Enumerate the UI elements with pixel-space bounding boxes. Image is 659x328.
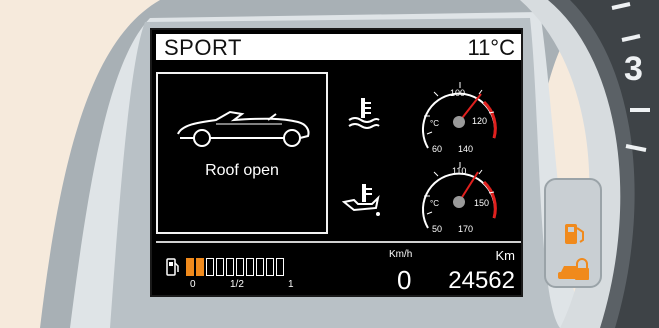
status-panel: Roof open <box>156 72 328 234</box>
coolant-tick-60: 60 <box>432 144 442 154</box>
odometer-value: 24562 <box>448 267 515 294</box>
fuel-segment <box>186 258 194 276</box>
divider <box>156 241 521 243</box>
warning-lights-panel <box>544 178 602 288</box>
oil-tick-150: 150 <box>474 198 489 208</box>
lock-warning-icon <box>558 258 589 280</box>
oil-tick-110: 110 <box>452 166 466 176</box>
speed-unit: Km/h <box>389 249 413 260</box>
fuel-segment <box>276 258 284 276</box>
coolant-temperature-icon <box>348 98 380 129</box>
fuel-segment <box>236 258 244 276</box>
fuel-label-full: 1 <box>288 279 294 290</box>
fuel-pump-icon <box>166 258 179 276</box>
fuel-segment <box>206 258 214 276</box>
coolant-tick-140: 140 <box>458 144 473 154</box>
fuel-segment <box>196 258 204 276</box>
oil-tick-170: 170 <box>458 224 473 234</box>
oil-unit: °C <box>430 199 439 208</box>
fuel-label-half: 1/2 <box>230 279 244 290</box>
fuel-segment <box>226 258 234 276</box>
oil-temperature-icon <box>342 184 380 216</box>
speed-value: 0 <box>397 265 412 295</box>
outside-temperature: 11°C <box>467 35 515 60</box>
odometer-unit: Km <box>495 248 516 263</box>
header-bar: SPORT 11°C <box>156 34 521 60</box>
fuel-segment <box>216 258 224 276</box>
instrument-display: SPORT 11°C Roof open °C 60 100 120 140 °… <box>150 28 523 297</box>
oil-gauge: °C 50 110 150 170 <box>421 162 497 234</box>
fuel-label-empty: 0 <box>190 279 196 290</box>
fuel-segment <box>256 258 264 276</box>
oil-tick-50: 50 <box>432 224 442 234</box>
drive-mode: SPORT <box>164 35 242 60</box>
coolant-gauge: °C 60 100 120 140 <box>421 82 497 154</box>
coolant-tick-100: 100 <box>450 88 465 98</box>
fuel-warning-icon <box>565 224 584 244</box>
fuel-segment <box>246 258 254 276</box>
roof-status-message: Roof open <box>205 162 279 179</box>
coolant-tick-120: 120 <box>472 116 487 126</box>
fuel-segment <box>266 258 274 276</box>
tachometer-digit: 3 <box>624 50 643 88</box>
coolant-unit: °C <box>430 119 439 128</box>
convertible-car-icon <box>177 110 310 147</box>
